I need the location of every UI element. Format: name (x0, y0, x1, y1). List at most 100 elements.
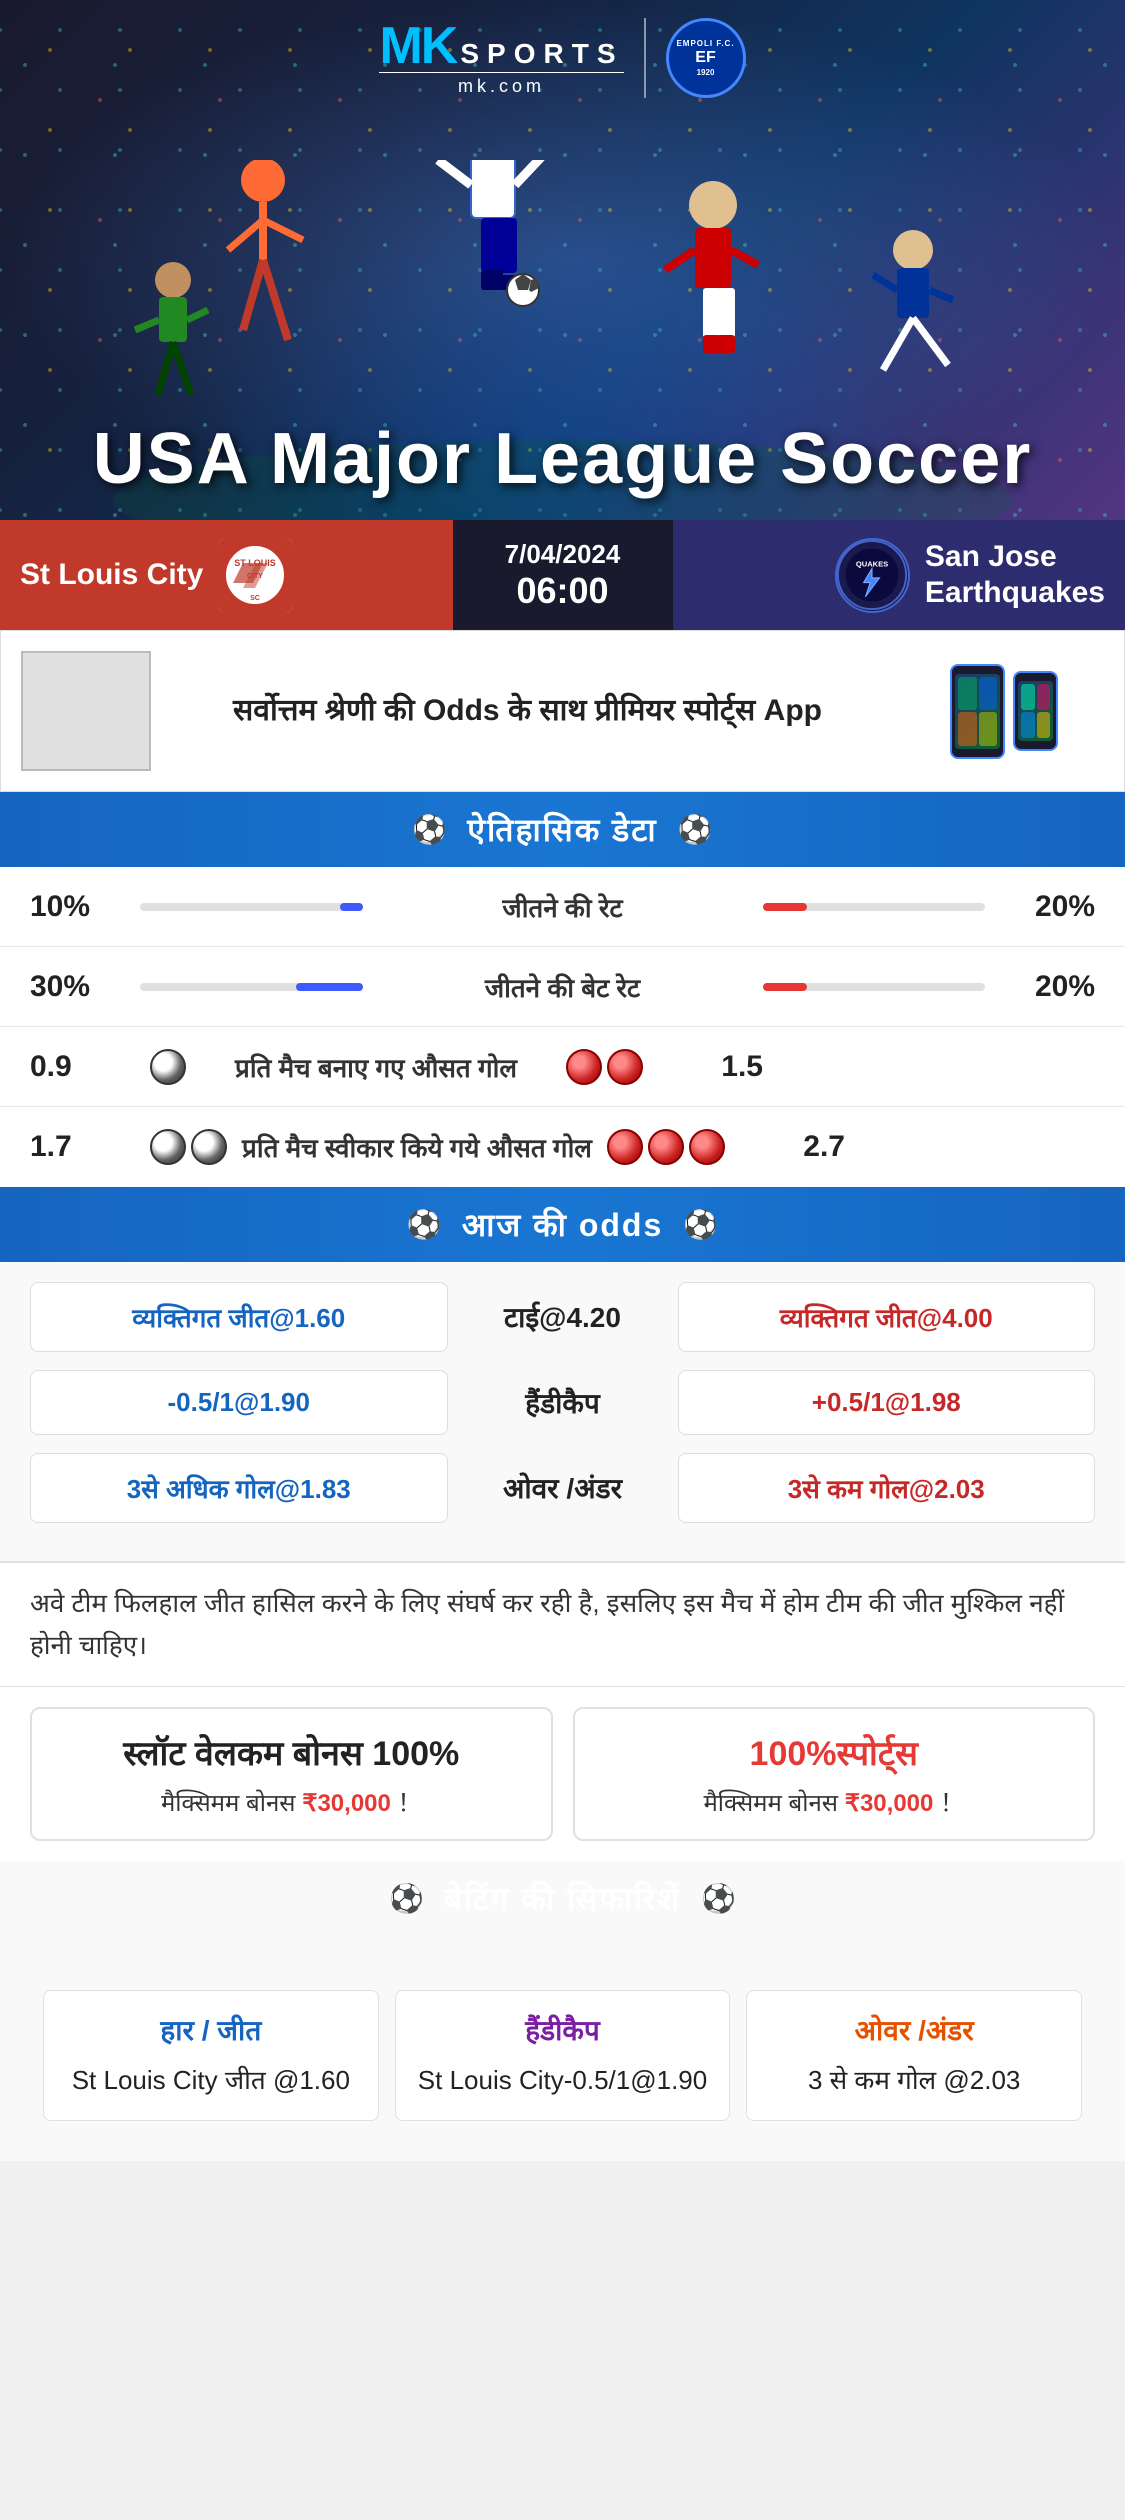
logo-divider (644, 18, 646, 98)
match-time: 06:00 (516, 570, 608, 612)
ball-icon-red-5 (689, 1129, 725, 1165)
betting-card-win-loss: हार / जीत St Louis City जीत @1.60 (43, 1990, 379, 2121)
bet-rate-left-val: 30% (30, 970, 130, 1004)
betting-section-title: बेटिंग की सिफारिशें (444, 1877, 681, 1920)
soccer-ball-right: ⚽ (678, 813, 713, 846)
historical-section-title: ऐतिहासिक डेटा (467, 808, 657, 851)
ball-icon-red-1 (566, 1049, 602, 1085)
odds-row-win: व्यक्तिगत जीत@1.60 टाई@4.20 व्यक्तिगत जी… (30, 1282, 1095, 1352)
win-rate-left-bar (140, 903, 363, 911)
odds-section-header: ⚽ आज की odds ⚽ (0, 1187, 1125, 1262)
mk-text: MK (379, 20, 456, 72)
stat-row-bet-rate: 30% जीतने की बेट रेट 20% (0, 947, 1125, 1027)
goals-scored-left-val: 0.9 (30, 1050, 130, 1084)
away-team-name: San Jose Earthquakes (925, 539, 1105, 611)
betting-section-header: ⚽ बेटिंग की सिफारिशें ⚽ (0, 1861, 1125, 1950)
bonus-slots-sub: मैक्सिमम बोनस ₹30,000 ！ (52, 1783, 531, 1819)
home-team-name: St Louis City (20, 557, 203, 593)
phone-icon-2 (1013, 671, 1058, 751)
goals-conceded-right-val: 2.7 (745, 1130, 845, 1164)
hero-title-text: USA Major League Soccer (0, 418, 1125, 500)
phone-screen-1 (955, 674, 1000, 749)
betting-card-ou-val: 3 से कम गोल @2.03 (762, 2061, 1066, 2100)
bonus-section: स्लॉट वेलकम बोनस 100% मैक्सिमम बोनस ₹30,… (0, 1686, 1125, 1861)
win-rate-left-fill (340, 903, 362, 911)
bet-rate-left-fill (296, 983, 363, 991)
betting-card-ou-title: ओवर /अंडर (762, 2011, 1066, 2049)
bet-rate-right-bar (763, 983, 986, 991)
bet-rate-right-val: 20% (995, 970, 1095, 1004)
betting-ball-right: ⚽ (701, 1882, 736, 1915)
win-rate-right-val: 20% (995, 890, 1095, 924)
phone-icon-1 (950, 664, 1005, 759)
odds-section: व्यक्तिगत जीत@1.60 टाई@4.20 व्यक्तिगत जी… (0, 1262, 1125, 1561)
goals-conceded-right-icons (607, 1129, 725, 1165)
svg-text:SC: SC (250, 595, 260, 602)
odds-label-tie: टाई@4.20 (463, 1298, 663, 1336)
bonus-card-slots[interactable]: स्लॉट वेलकम बोनस 100% मैक्सिमम बोनस ₹30,… (30, 1707, 553, 1841)
goals-scored-label: प्रति मैच बनाए गए औसत गोल (186, 1049, 566, 1085)
ball-icon-red-2 (607, 1049, 643, 1085)
promo-text: सर्वोत्तम श्रेणी की Odds के साथ प्रीमियर… (171, 690, 884, 732)
odds-btn-home-win[interactable]: व्यक्तिगत जीत@1.60 (30, 1282, 448, 1352)
odds-row-handicap: -0.5/1@1.90 हैंडीकैप +0.5/1@1.98 (30, 1370, 1095, 1435)
promo-section[interactable]: सर्वोत्तम श्रेणी की Odds के साथ प्रीमियर… (0, 630, 1125, 792)
match-note-text: अवे टीम फिलहाल जीत हासिल करने के लिए संघ… (30, 1583, 1095, 1666)
sports-text: SPORTS (460, 40, 623, 68)
home-team-logo: ST LOUIS CITY SC (218, 538, 293, 613)
goals-scored-right-val: 1.5 (663, 1050, 763, 1084)
goals-scored-right-icons (566, 1049, 643, 1085)
odds-label-handicap: हैंडीकैप (463, 1384, 663, 1422)
hero-title-area: USA Major League Soccer (0, 418, 1125, 500)
home-team-section: St Louis City ST LOUIS CITY SC (0, 520, 453, 630)
match-date: 7/04/2024 (505, 539, 621, 570)
phone-screen-2 (1018, 681, 1053, 741)
odds-row-over-under: 3से अधिक गोल@1.83 ओवर /अंडर 3से कम गोल@2… (30, 1453, 1095, 1523)
odds-ball-left: ⚽ (407, 1208, 442, 1241)
odds-label-ou: ओवर /अंडर (463, 1469, 663, 1507)
betting-card-handicap: हैंडीकैप St Louis City-0.5/1@1.90 (395, 1990, 731, 2121)
win-rate-right-bar (763, 903, 986, 911)
odds-btn-home-handicap[interactable]: -0.5/1@1.90 (30, 1370, 448, 1435)
away-team-section: QUAKES San Jose Earthquakes (673, 520, 1125, 630)
logo-bar: MK SPORTS mk.com EMPOLI F.C. EF 1920 (379, 0, 745, 108)
betting-cards-grid: हार / जीत St Louis City जीत @1.60 हैंडीक… (15, 1970, 1110, 2121)
svg-text:QUAKES: QUAKES (856, 559, 888, 568)
ball-icon-2 (150, 1129, 186, 1165)
odds-btn-under[interactable]: 3से कम गोल@2.03 (678, 1453, 1096, 1523)
win-rate-label: जीतने की रेट (373, 889, 753, 925)
bonus-card-sports[interactable]: 100%स्पोर्ट्स मैक्सिमम बोनस ₹30,000 ！ (573, 1707, 1096, 1841)
betting-card-win-loss-title: हार / जीत (59, 2011, 363, 2049)
ball-icon-red-3 (607, 1129, 643, 1165)
bet-rate-label: जीतने की बेट रेट (373, 969, 753, 1005)
betting-card-win-loss-val: St Louis City जीत @1.60 (59, 2061, 363, 2100)
ball-icon-red-4 (648, 1129, 684, 1165)
match-note-section: अवे टीम फिलहाल जीत हासिल करने के लिए संघ… (0, 1561, 1125, 1686)
win-rate-right-fill (763, 903, 808, 911)
goals-conceded-left-icons (150, 1129, 227, 1165)
stat-row-goals-scored: 0.9 प्रति मैच बनाए गए औसत गोल 1.5 (0, 1027, 1125, 1107)
ball-icon-3 (191, 1129, 227, 1165)
promo-app-icons (904, 651, 1104, 771)
bonus-slots-title: स्लॉट वेलकम बोनस 100% (52, 1729, 531, 1775)
odds-btn-over[interactable]: 3से अधिक गोल@1.83 (30, 1453, 448, 1523)
stat-row-win-rate: 10% जीतने की रेट 20% (0, 867, 1125, 947)
ball-icon-1 (150, 1049, 186, 1085)
bonus-sports-title: 100%स्पोर्ट्स (595, 1729, 1074, 1775)
goals-conceded-left-val: 1.7 (30, 1130, 130, 1164)
betting-cards-area: हार / जीत St Louis City जीत @1.60 हैंडीक… (0, 1950, 1125, 2161)
win-rate-left-val: 10% (30, 890, 130, 924)
soccer-ball-left: ⚽ (412, 813, 447, 846)
empoli-logo: EMPOLI F.C. EF 1920 (666, 18, 746, 98)
hero-section: MK SPORTS mk.com EMPOLI F.C. EF 1920 (0, 0, 1125, 520)
betting-card-handicap-title: हैंडीकैप (411, 2011, 715, 2049)
mk-sports-logo: MK SPORTS mk.com (379, 20, 623, 97)
promo-image-placeholder (21, 651, 151, 771)
odds-section-title: आज की odds (462, 1203, 664, 1246)
bet-rate-right-fill (763, 983, 808, 991)
historical-section-header: ⚽ ऐतिहासिक डेटा ⚽ (0, 792, 1125, 867)
odds-btn-away-handicap[interactable]: +0.5/1@1.98 (678, 1370, 1096, 1435)
betting-ball-left: ⚽ (389, 1882, 424, 1915)
odds-btn-away-win[interactable]: व्यक्तिगत जीत@4.00 (678, 1282, 1096, 1352)
stats-section: 10% जीतने की रेट 20% 30% जीतने की बेट रे… (0, 867, 1125, 1187)
